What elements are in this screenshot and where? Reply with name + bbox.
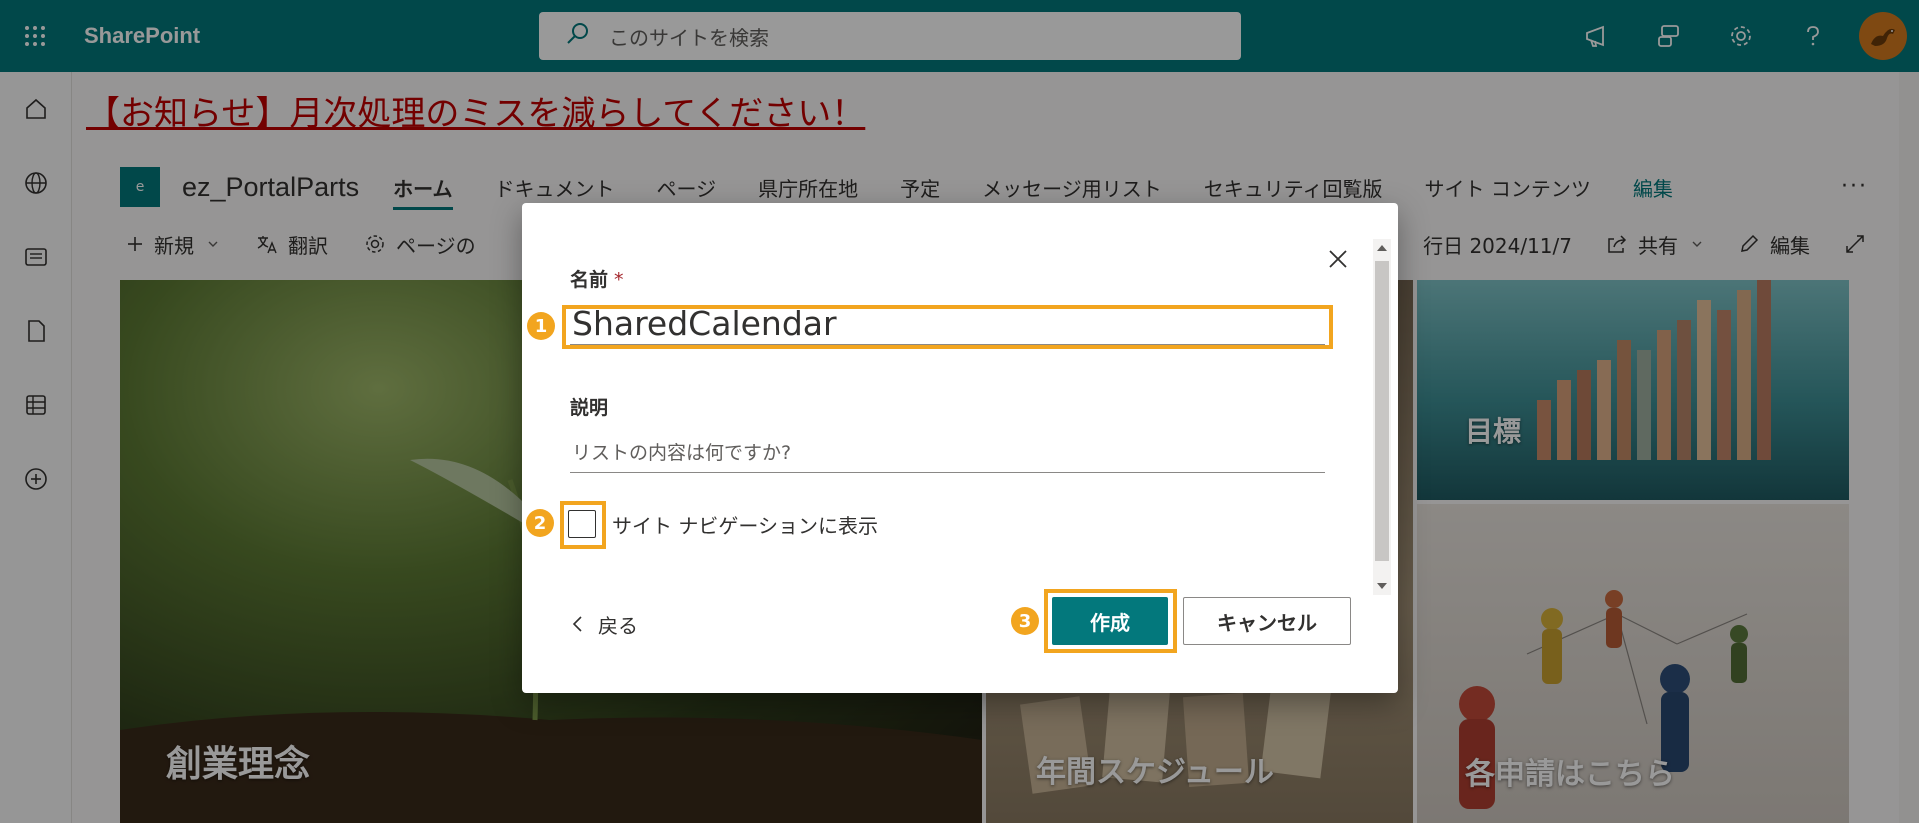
close-icon[interactable]	[1324, 245, 1352, 273]
name-label-text: 名前	[570, 269, 609, 291]
step-badge-2: 2	[526, 509, 554, 537]
back-button[interactable]: 戻る	[570, 607, 638, 641]
show-in-navigation-label: サイト ナビゲーションに表示	[612, 514, 878, 538]
required-asterisk: *	[614, 269, 624, 291]
name-field-label: 名前 *	[570, 265, 624, 292]
list-name-input[interactable]	[570, 303, 1325, 345]
show-in-navigation-checkbox[interactable]	[568, 510, 596, 538]
scroll-down-icon[interactable]	[1377, 583, 1387, 589]
cancel-button[interactable]: キャンセル	[1183, 597, 1351, 645]
scroll-up-icon[interactable]	[1377, 245, 1387, 251]
create-button[interactable]: 作成	[1052, 597, 1168, 645]
chevron-left-icon	[572, 616, 582, 632]
dialog-scrollbar[interactable]	[1373, 239, 1391, 595]
list-description-input[interactable]	[570, 433, 1325, 473]
back-button-label: 戻る	[598, 613, 638, 638]
create-list-dialog: 名前* 1 説明 2 サイト ナビゲーションに表示 戻る 作成 3 キャンセル	[522, 203, 1398, 693]
step-badge-3: 3	[1011, 607, 1039, 635]
description-field-label: 説明	[570, 397, 609, 419]
step-badge-1: 1	[527, 312, 555, 340]
scroll-thumb[interactable]	[1375, 261, 1389, 561]
